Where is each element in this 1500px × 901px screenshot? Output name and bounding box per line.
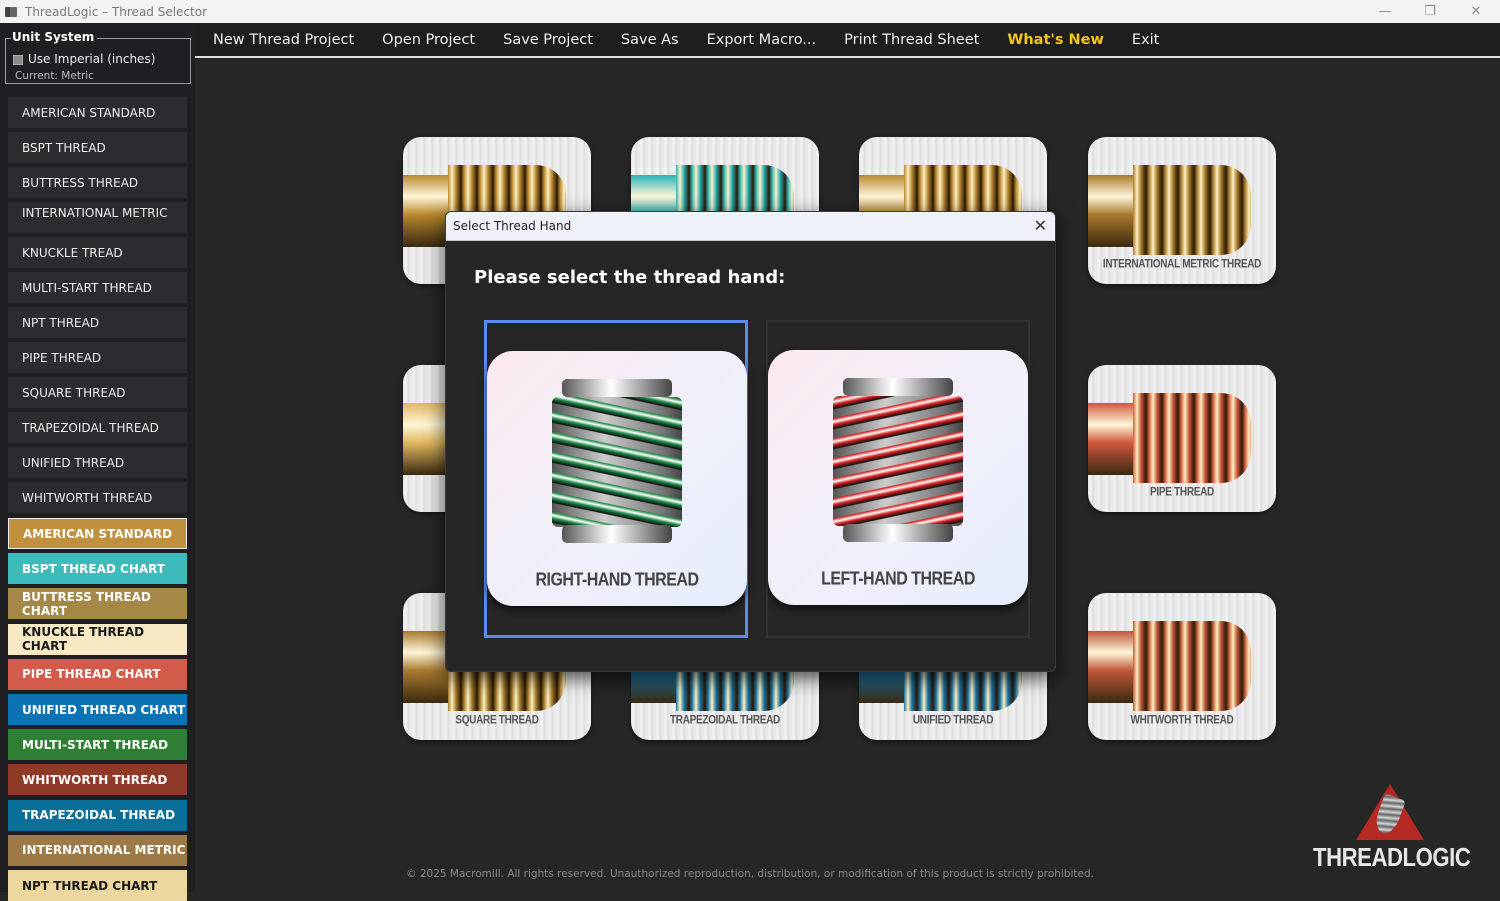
sidebar-item-whitworth-thread[interactable]: WHITWORTH THREAD (8, 482, 187, 513)
thread-card-label: UNIFIED THREAD (912, 713, 994, 728)
thread-image-icon (1133, 165, 1251, 255)
thread-image-icon (1133, 393, 1251, 483)
current-unit-text: Current: Metric (15, 70, 94, 82)
menu-save-project[interactable]: Save Project (503, 32, 593, 48)
menu-new-thread-project[interactable]: New Thread Project (213, 32, 354, 48)
sidebar-item-square-thread[interactable]: SQUARE THREAD (8, 377, 187, 408)
menu-export-macro[interactable]: Export Macro... (707, 32, 817, 48)
restore-button[interactable]: ❐ (1407, 0, 1453, 23)
imperial-checkbox-label[interactable]: Use Imperial (inches) (28, 52, 155, 66)
imperial-checkbox[interactable] (13, 55, 23, 65)
option-left-hand-thread[interactable]: LEFT-HAND THREAD (766, 320, 1030, 638)
option-card[interactable]: RIGHT-HAND THREAD (487, 351, 747, 606)
sidebar-item-american-standard[interactable]: AMERICAN STANDARD (8, 97, 187, 128)
thread-shank-icon (1088, 403, 1133, 475)
sidebar-item-knuckle-tread[interactable]: KNUCKLE TREAD (8, 237, 187, 268)
app-icon (5, 6, 17, 17)
sidebar: Unit System Use Imperial (inches) Curren… (0, 23, 195, 901)
thread-card-label: SQUARE THREAD (455, 713, 539, 728)
menu-exit[interactable]: Exit (1132, 32, 1159, 48)
close-window-button[interactable]: ✕ (1453, 0, 1499, 23)
unit-system-group: Unit System Use Imperial (inches) Curren… (5, 30, 191, 84)
thread-shank-icon (1088, 631, 1133, 703)
chart-button-unified-thread-chart[interactable]: UNIFIED THREAD CHART (8, 694, 187, 725)
right-hand-thread-icon (552, 379, 682, 544)
select-thread-hand-dialog: Select Thread Hand ✕ Please select the t… (445, 211, 1056, 672)
chart-button-trapezoidal-thread[interactable]: TRAPEZOIDAL THREAD (8, 799, 187, 831)
sidebar-item-bspt-thread[interactable]: BSPT THREAD (8, 132, 187, 163)
chart-button-american-standard[interactable]: AMERICAN STANDARD (8, 518, 187, 549)
option-right-hand-thread[interactable]: RIGHT-HAND THREAD (484, 320, 748, 638)
chart-button-knuckle-thread-chart[interactable]: KNUCKLE THREAD CHART (8, 623, 187, 655)
sidebar-item-international-metric[interactable]: INTERNATIONAL METRIC (8, 202, 187, 233)
thread-card-pipe-thread[interactable]: PIPE THREAD (1088, 365, 1276, 512)
sidebar-item-pipe-thread[interactable]: PIPE THREAD (8, 342, 187, 373)
thread-card-label: TRAPEZOIDAL THREAD (670, 713, 780, 728)
logo-text: THREADLOGIC (1313, 842, 1471, 872)
unit-system-legend: Unit System (11, 30, 98, 44)
option-label: RIGHT-HAND THREAD (535, 570, 699, 591)
menu-what-s-new[interactable]: What's New (1007, 32, 1104, 48)
sidebar-item-npt-thread[interactable]: NPT THREAD (8, 307, 187, 338)
thread-shank-icon (403, 403, 448, 475)
menu-open-project[interactable]: Open Project (382, 32, 475, 48)
chart-button-international-metric[interactable]: INTERNATIONAL METRIC (8, 834, 187, 866)
copyright-footer: © 2025 Macromill. All rights reserved. U… (406, 868, 1094, 880)
thread-shank-icon (403, 631, 448, 703)
sidebar-item-unified-thread[interactable]: UNIFIED THREAD (8, 447, 187, 478)
dialog-title: Select Thread Hand (453, 219, 572, 233)
thread-shank-icon (1088, 175, 1133, 247)
dialog-header: Select Thread Hand ✕ (446, 212, 1055, 241)
dialog-close-icon[interactable]: ✕ (1034, 216, 1047, 235)
left-hand-thread-icon (833, 378, 963, 543)
menu-bar: New Thread Project Open Project Save Proje… (195, 23, 1500, 58)
menu-print-thread-sheet[interactable]: Print Thread Sheet (844, 32, 979, 48)
option-label: LEFT-HAND THREAD (821, 569, 975, 590)
sidebar-item-trapezoidal-thread[interactable]: TRAPEZOIDAL THREAD (8, 412, 187, 443)
sidebar-item-multi-start-thread[interactable]: MULTI-START THREAD (8, 272, 187, 303)
menu-save-as[interactable]: Save As (621, 32, 679, 48)
threadlogic-logo: THREADLOGIC (1310, 782, 1471, 877)
chart-button-pipe-thread-chart[interactable]: PIPE THREAD CHART (8, 658, 187, 690)
sidebar-item-buttress-thread[interactable]: BUTTRESS THREAD (8, 167, 187, 198)
dialog-prompt: Please select the thread hand: (474, 267, 786, 288)
title-bar: ThreadLogic – Thread Selector — ❐ ✕ (0, 0, 1500, 23)
window-title: ThreadLogic – Thread Selector (25, 4, 208, 19)
option-card[interactable]: LEFT-HAND THREAD (768, 350, 1028, 605)
thread-card-label: INTERNATIONAL METRIC THREAD (1102, 257, 1262, 272)
thread-card-international-metric-thread[interactable]: INTERNATIONAL METRIC THREAD (1088, 137, 1276, 284)
thread-image-icon (1133, 621, 1251, 711)
thread-card-label: PIPE THREAD (1150, 485, 1214, 500)
thread-card-whitworth-thread[interactable]: WHITWORTH THREAD (1088, 593, 1276, 740)
thread-card-label: WHITWORTH THREAD (1130, 713, 1234, 728)
chart-button-multi-start-thread[interactable]: MULTI-START THREAD (8, 729, 187, 761)
chart-button-buttress-thread-chart[interactable]: BUTTRESS THREAD CHART (8, 588, 187, 620)
minimize-button[interactable]: — (1362, 0, 1408, 23)
chart-button-whitworth-thread[interactable]: WHITWORTH THREAD (8, 764, 187, 796)
chart-button-bspt-thread-chart[interactable]: BSPT THREAD CHART (8, 553, 187, 585)
thread-shank-icon (403, 175, 448, 247)
